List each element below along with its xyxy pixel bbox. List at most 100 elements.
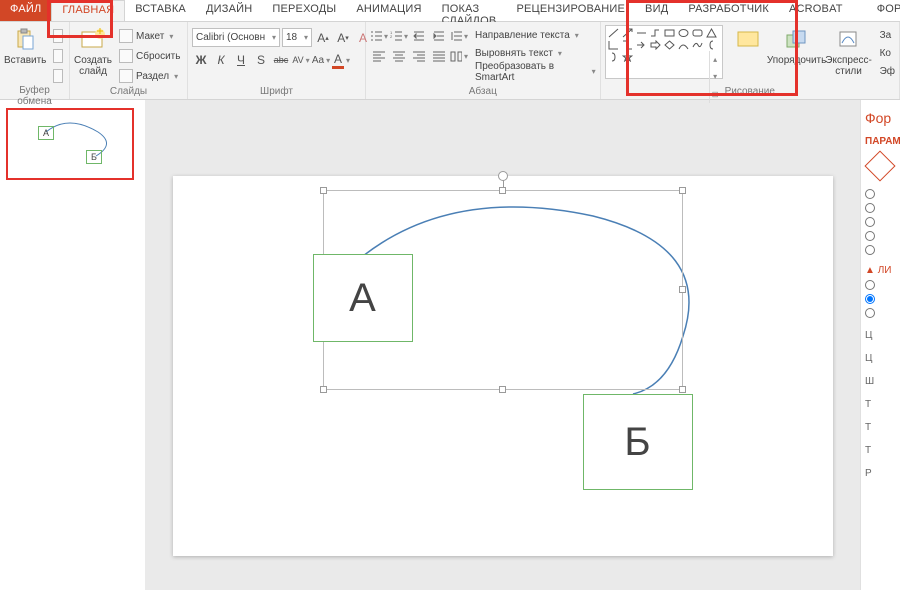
tab-developer[interactable]: РАЗРАБОТЧИК [678, 0, 779, 21]
shape-preview[interactable] [727, 25, 769, 85]
side-item-6[interactable]: Р [865, 468, 896, 479]
shape-brace-l-icon[interactable] [705, 39, 719, 51]
font-color-button[interactable]: A▾ [332, 51, 350, 69]
cut-button[interactable] [50, 27, 66, 45]
tab-file[interactable]: ФАЙЛ [0, 0, 51, 21]
bold-button[interactable]: Ж [192, 51, 210, 69]
shape-line-icon[interactable] [607, 27, 621, 39]
fill-option-1[interactable] [865, 189, 896, 199]
shape-fill-button[interactable]: За [877, 27, 895, 44]
smartart-button[interactable]: Преобразовать в SmartArt▾ [472, 63, 596, 80]
paint-bucket-icon[interactable] [864, 150, 895, 181]
resize-handle-se[interactable] [679, 386, 686, 393]
shape-line2-icon[interactable] [635, 27, 649, 39]
grow-font-button[interactable]: A▴ [314, 29, 332, 47]
shape-triangle-icon[interactable] [705, 27, 719, 39]
bullets-button[interactable]: ▾ [370, 28, 388, 44]
side-item-3[interactable]: Т [865, 399, 896, 410]
justify-button[interactable] [430, 48, 448, 64]
resize-handle-sw[interactable] [320, 386, 327, 393]
shape-effects-button[interactable]: Эф [877, 63, 895, 80]
layout-button[interactable]: Макет▾ [116, 27, 183, 45]
shape-box-a[interactable]: А [313, 254, 413, 342]
fill-option-2[interactable] [865, 203, 896, 213]
shape-diamond-icon[interactable] [663, 39, 677, 51]
shape-box-b[interactable]: Б [583, 394, 693, 490]
fill-option-3[interactable] [865, 217, 896, 227]
strike-button[interactable]: abc [272, 51, 290, 69]
slide-thumb-1[interactable]: А Б [6, 108, 134, 180]
align-center-button[interactable] [390, 48, 408, 64]
gallery-up-icon[interactable]: ▴ [710, 51, 721, 68]
shape-brace-r-icon[interactable] [607, 51, 621, 63]
tab-design[interactable]: ДИЗАЙН [196, 0, 262, 21]
tab-format[interactable]: ФОРМАТ [867, 0, 900, 21]
shape-arrow-right-icon[interactable] [635, 39, 649, 51]
text-direction-button[interactable]: Направление текста▾ [472, 27, 596, 44]
shape-rrect-icon[interactable] [691, 27, 705, 39]
shadow-button[interactable]: S [252, 51, 270, 69]
tab-acrobat[interactable]: ACROBAT [779, 0, 853, 21]
quick-styles-button[interactable]: Экспресс- стили [825, 25, 873, 85]
section-button[interactable]: Раздел▾ [116, 67, 183, 85]
paste-button[interactable]: Вставить [4, 25, 46, 85]
tab-review[interactable]: РЕЦЕНЗИРОВАНИЕ [506, 0, 635, 21]
arrange-button[interactable]: Упорядочить [773, 25, 821, 85]
side-item-5[interactable]: Т [865, 445, 896, 456]
font-size-select[interactable]: 18▾ [282, 28, 312, 47]
font-name-select[interactable]: Calibri (Основн▾ [192, 28, 280, 47]
align-left-button[interactable] [370, 48, 388, 64]
shape-connector-icon[interactable] [649, 27, 663, 39]
line-option-2[interactable] [865, 294, 896, 304]
decrease-indent-button[interactable] [410, 28, 428, 44]
shape-elbow2-icon[interactable] [621, 39, 635, 51]
shape-arrow-icon[interactable] [621, 27, 635, 39]
shape-arc-icon[interactable] [677, 39, 691, 51]
resize-handle-e[interactable] [679, 286, 686, 293]
line-option-3[interactable] [865, 308, 896, 318]
resize-handle-ne[interactable] [679, 187, 686, 194]
change-case-button[interactable]: Aa▾ [312, 51, 330, 69]
tab-transitions[interactable]: ПЕРЕХОДЫ [262, 0, 346, 21]
tab-home[interactable]: ГЛАВНАЯ [51, 0, 125, 21]
side-item-1[interactable]: Ц [865, 353, 896, 364]
shapes-gallery[interactable]: ▴ ▾ ⊟ [605, 25, 723, 79]
slide[interactable]: А Б [173, 176, 833, 556]
tab-slideshow[interactable]: ПОКАЗ СЛАЙДОВ [432, 0, 507, 21]
side-item-0[interactable]: Ц [865, 330, 896, 341]
italic-button[interactable]: К [212, 51, 230, 69]
side-item-2[interactable]: Ш [865, 376, 896, 387]
numbering-button[interactable]: 12▾ [390, 28, 408, 44]
side-item-4[interactable]: Т [865, 422, 896, 433]
shape-rect-icon[interactable] [663, 27, 677, 39]
fill-option-5[interactable] [865, 245, 896, 255]
line-option-1[interactable] [865, 280, 896, 290]
columns-button[interactable]: ▾ [450, 48, 468, 64]
tab-view[interactable]: ВИД [635, 0, 678, 21]
shrink-font-button[interactable]: A▾ [334, 29, 352, 47]
increase-indent-button[interactable] [430, 28, 448, 44]
tab-animation[interactable]: АНИМАЦИЯ [346, 0, 431, 21]
copy-button[interactable] [50, 47, 66, 65]
fill-option-4[interactable] [865, 231, 896, 241]
shape-curve-icon[interactable] [691, 39, 705, 51]
char-spacing-button[interactable]: AV▾ [292, 51, 310, 69]
reset-button[interactable]: Сбросить [116, 47, 183, 65]
format-painter-button[interactable] [50, 67, 66, 85]
shape-elbow-icon[interactable] [607, 39, 621, 51]
shape-arrow-block-icon[interactable] [649, 39, 663, 51]
align-right-button[interactable] [410, 48, 428, 64]
resize-handle-n[interactable] [499, 187, 506, 194]
shape-outline-button[interactable]: Ко [877, 45, 895, 62]
slide-canvas[interactable]: А Б [145, 100, 860, 590]
gallery-down-icon[interactable]: ▾ [710, 68, 721, 85]
tab-insert[interactable]: ВСТАВКА [125, 0, 196, 21]
new-slide-button[interactable]: Создать слайд [74, 25, 112, 85]
shape-star-icon[interactable] [621, 51, 635, 63]
resize-handle-nw[interactable] [320, 187, 327, 194]
line-spacing-button[interactable]: ▾ [450, 28, 468, 44]
rotate-handle[interactable] [498, 171, 508, 181]
resize-handle-s[interactable] [499, 386, 506, 393]
shape-oval-icon[interactable] [677, 27, 691, 39]
align-text-button[interactable]: Выровнять текст▾ [472, 45, 596, 62]
